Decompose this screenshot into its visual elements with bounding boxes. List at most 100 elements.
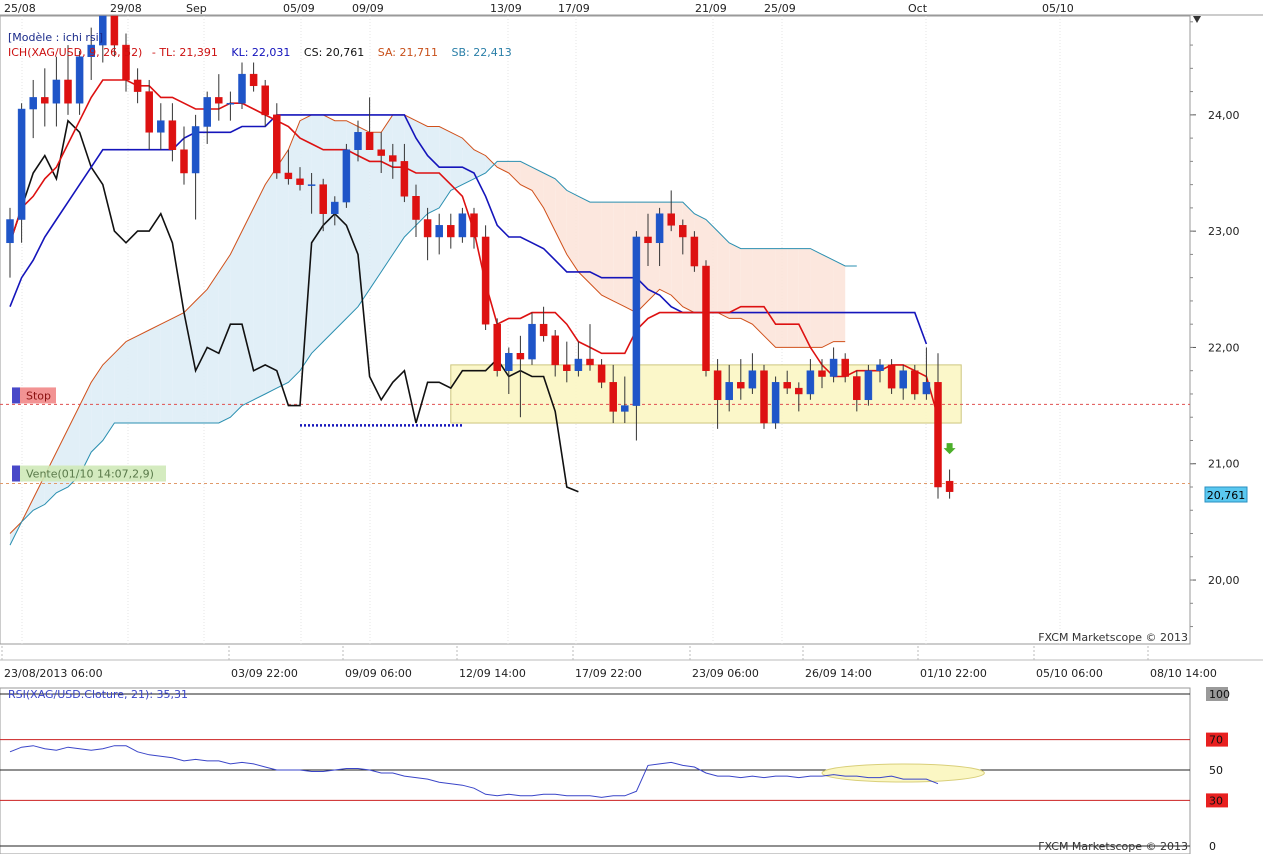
candle-body <box>412 196 420 220</box>
candle-body <box>203 97 211 127</box>
price-tick-label: 23,00 <box>1208 225 1240 238</box>
candle-body <box>319 184 327 214</box>
kumo-cloud-segment <box>822 254 834 348</box>
candle-body <box>725 382 733 401</box>
candle-body <box>435 225 443 238</box>
chart-window: 25/08 29/08 Sep 05/09 09/09 13/09 17/09 21/09 25… <box>0 0 1263 855</box>
bottom-date-label: 12/09 14:00 <box>459 667 526 680</box>
rsi-tick-label: 0 <box>1209 840 1216 853</box>
candle-body <box>864 370 873 401</box>
stop-label: Stop <box>26 389 51 402</box>
candle-body <box>621 405 629 412</box>
candle-body <box>481 236 490 325</box>
top-date-label: 25/09 <box>764 2 796 15</box>
top-date-label: 17/09 <box>558 2 590 15</box>
kumo-cloud-segment <box>149 324 161 424</box>
candle-body <box>945 480 954 492</box>
candle-body <box>829 358 838 377</box>
rsi-tick-label: 100 <box>1209 688 1230 701</box>
indicator-legend: ICH(XAG/USD, 9, 26, 52) - TL: 21,391 KL:… <box>8 46 512 59</box>
candle-body <box>818 370 826 377</box>
top-date-label: 05/10 <box>1042 2 1074 15</box>
bottom-date-label: 09/09 06:00 <box>345 667 412 680</box>
price-tick-label: 24,00 <box>1208 109 1240 122</box>
candle-body <box>737 382 745 389</box>
candle-body <box>133 79 142 92</box>
candle-body <box>307 184 316 186</box>
top-date-label: Sep <box>186 2 207 15</box>
kumo-cloud-segment <box>578 196 590 284</box>
candle-body <box>539 323 548 337</box>
kumo-cloud-segment <box>752 248 764 336</box>
candle-body <box>713 370 722 401</box>
candle-body <box>644 236 652 244</box>
candle-body <box>771 382 780 424</box>
template-label: [Modèle : ichi rsi] <box>8 31 103 44</box>
candle-body <box>586 358 594 366</box>
candle-body <box>911 370 919 395</box>
rsi-tick-label: 30 <box>1209 794 1223 807</box>
candle-body <box>41 97 49 104</box>
kumo-cloud-segment <box>787 248 799 348</box>
candle-body <box>702 265 710 371</box>
candle-body <box>597 364 606 383</box>
candle-body <box>795 387 803 395</box>
kumo-cloud-segment <box>427 126 440 214</box>
candle-body <box>238 73 246 104</box>
candle-body <box>29 97 37 110</box>
candle-body <box>667 213 675 226</box>
candle-body <box>423 219 432 238</box>
candle-body <box>447 225 455 238</box>
kumo-cloud-segment <box>833 260 846 342</box>
candle-body <box>226 102 235 105</box>
bottom-date-label: 23/09 06:00 <box>692 667 759 680</box>
kumo-cloud-segment <box>172 312 184 424</box>
kumo-cloud-segment <box>114 341 126 424</box>
candle-body <box>748 370 757 389</box>
senkou-b-value: SB: 22,413 <box>452 46 512 59</box>
kumo-cloud-segment <box>126 335 138 424</box>
bottom-date-label: 05/10 06:00 <box>1036 667 1103 680</box>
candle-body <box>17 108 26 220</box>
candle-body <box>261 85 269 116</box>
candle-body <box>180 149 188 174</box>
candle-body <box>528 323 536 360</box>
candle-body <box>284 172 293 180</box>
candle-body <box>273 114 281 174</box>
candle-body <box>563 364 571 371</box>
kumo-cloud-segment <box>323 114 335 342</box>
bottom-date-label: 17/09 22:00 <box>575 667 642 680</box>
kumo-cloud-segment <box>160 318 173 424</box>
kumo-cloud-segment <box>590 202 602 296</box>
candle-body <box>760 370 768 424</box>
current-price-value: 20,761 <box>1207 489 1246 502</box>
candle-body <box>934 382 942 488</box>
rsi-label: RSI(XAG/USD.Cloture, 21): 35,31 <box>8 688 188 701</box>
stop-handle <box>12 387 20 404</box>
rsi-panel: RSI(XAG/USD.Cloture, 21): 35,31 FXCM Mar… <box>0 687 1230 855</box>
candle-body <box>145 91 153 133</box>
candle-body <box>377 149 385 156</box>
candle-body <box>679 225 687 238</box>
candle-body <box>365 132 374 150</box>
current-price-badge: 20,761 <box>1204 486 1248 503</box>
rsi-watermark: FXCM Marketscope © 2013 <box>1038 840 1188 853</box>
bottom-date-label: 23/08/2013 06:00 <box>4 667 103 680</box>
candle-body <box>516 353 525 360</box>
price-tick-label: 20,00 <box>1208 574 1240 587</box>
kumo-cloud-segment <box>764 248 776 348</box>
candle-body <box>64 79 72 104</box>
candle-body <box>191 126 200 174</box>
bottom-date-label: 03/09 22:00 <box>231 667 298 680</box>
kumo-cloud-segment <box>369 132 382 290</box>
candle-body <box>922 382 931 395</box>
ichimoku-label: ICH(XAG/USD, 9, 26, 52) <box>8 46 142 59</box>
kumo-cloud-segment <box>798 248 811 348</box>
vente-handle <box>12 465 20 482</box>
kumo-cloud-segment <box>810 248 822 348</box>
candle-body <box>632 236 641 406</box>
kumo-cloud-segment <box>137 330 150 424</box>
rsi-tick-label: 50 <box>1209 764 1223 777</box>
rsi-tick-label: 70 <box>1209 734 1223 747</box>
candle-body <box>783 382 791 389</box>
